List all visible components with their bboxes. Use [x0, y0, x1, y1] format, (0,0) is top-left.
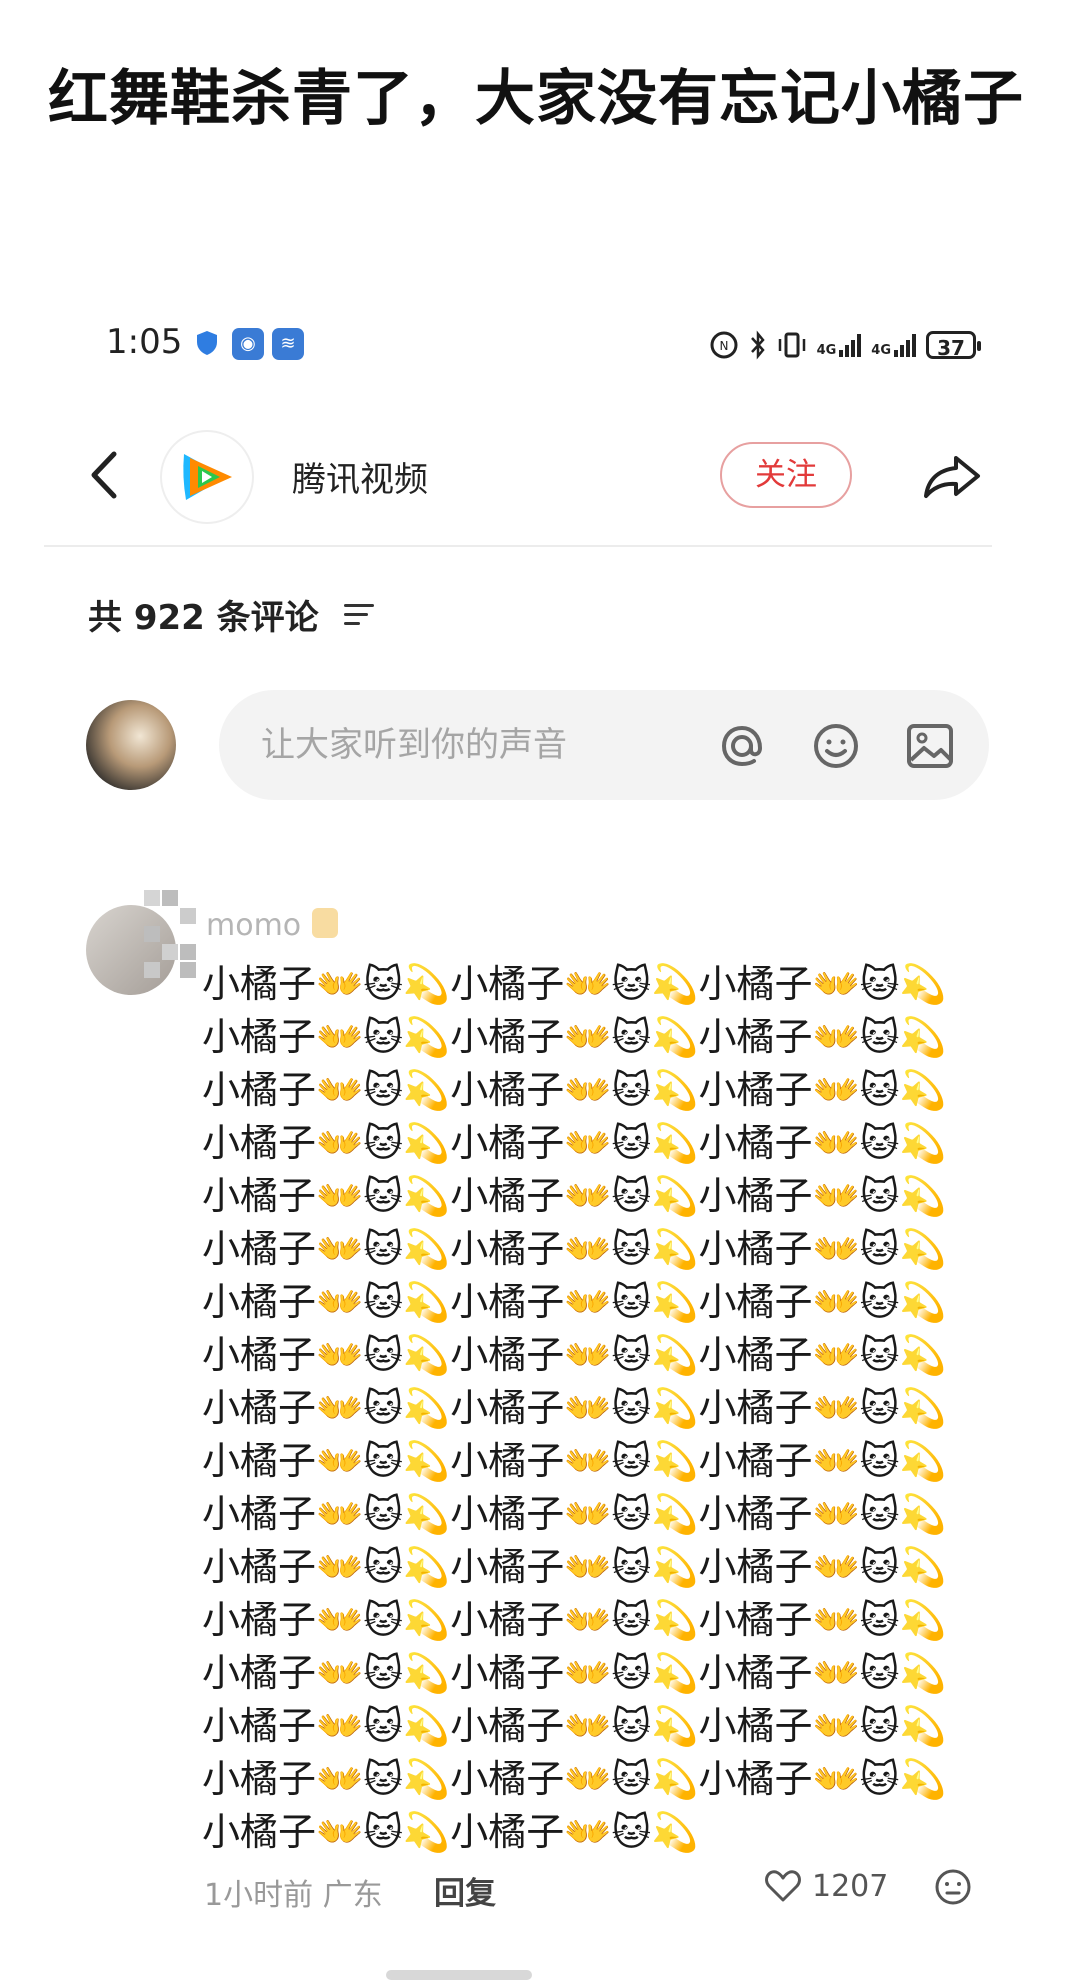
vibrate-icon [778, 332, 805, 358]
my-avatar[interactable] [86, 700, 176, 790]
commenter-username[interactable]: momo [206, 908, 301, 943]
wifi-app-icon: ≋ [272, 328, 304, 360]
status-icons: N 4G 4G 37 [709, 328, 981, 362]
comment-line: 小橘子👐🐱💫小橘子👐🐱💫小橘子👐🐱💫 [202, 1545, 947, 1589]
like-button[interactable]: 1207 [764, 1866, 888, 1906]
comment-line: 小橘子👐🐱💫小橘子👐🐱💫小橘子👐🐱💫 [202, 1280, 947, 1324]
signal-b-icon: 4G [871, 333, 916, 357]
comment-text: 小橘子👐🐱💫小橘子👐🐱💫小橘子👐🐱💫 小橘子👐🐱💫小橘子👐🐱💫小橘子👐🐱💫 小橘子👐… [202, 958, 1002, 1859]
comment-count: 共 922 条评论 [88, 598, 319, 638]
reply-button[interactable]: 回复 [434, 1868, 496, 1913]
comment-line: 小橘子👐🐱💫小橘子👐🐱💫小橘子👐🐱💫 [202, 1227, 947, 1271]
mosaic-blur [144, 890, 196, 980]
comment-line: 小橘子👐🐱💫小橘子👐🐱💫小橘子👐🐱💫 [202, 1068, 947, 1112]
comment-line: 小橘子👐🐱💫小橘子👐🐱💫小橘子👐🐱💫 [202, 1439, 947, 1483]
app-notification-icon: ◉ [232, 328, 264, 360]
username-emoji [312, 908, 338, 938]
face-icon[interactable] [934, 1868, 972, 1906]
comment-time-location: 1小时前 广东 [204, 1878, 383, 1913]
tencent-video-logo[interactable] [162, 432, 252, 522]
comment-line: 小橘子👐🐱💫小橘子👐🐱💫小橘子👐🐱💫 [202, 1015, 947, 1059]
svg-text:N: N [719, 339, 728, 353]
status-bar: 1:05 ◉ ≋ N 4G 4G 37 [44, 300, 1036, 390]
comment-line: 小橘子👐🐱💫小橘子👐🐱💫小橘子👐🐱💫 [202, 962, 947, 1006]
comment-line: 小橘子👐🐱💫小橘子👐🐱💫小橘子👐🐱💫 [202, 1492, 947, 1536]
comment-input[interactable] [219, 690, 989, 800]
comment-line: 小橘子👐🐱💫小橘子👐🐱💫 [202, 1810, 699, 1854]
bottom-handle [386, 1970, 532, 1980]
heart-icon [765, 1870, 801, 1902]
app-header: 腾讯视频 关注 [44, 420, 1036, 530]
like-count: 1207 [812, 1868, 889, 1904]
sort-icon[interactable] [344, 604, 374, 626]
comment-line: 小橘子👐🐱💫小橘子👐🐱💫小橘子👐🐱💫 [202, 1598, 947, 1642]
at-icon[interactable] [716, 720, 768, 772]
post-title: 红舞鞋杀青了，大家没有忘记小橘子 [48, 64, 1024, 134]
signal-a-icon: 4G [817, 333, 862, 357]
nfc-icon: N [710, 331, 738, 359]
bluetooth-icon [750, 330, 765, 360]
channel-name[interactable]: 腾讯视频 [292, 452, 428, 501]
battery-icon: 37 [926, 331, 981, 360]
emoji-icon[interactable] [810, 720, 862, 772]
comment-line: 小橘子👐🐱💫小橘子👐🐱💫小橘子👐🐱💫 [202, 1121, 947, 1165]
share-icon[interactable] [922, 450, 982, 500]
comment-line: 小橘子👐🐱💫小橘子👐🐱💫小橘子👐🐱💫 [202, 1333, 947, 1377]
comment-line: 小橘子👐🐱💫小橘子👐🐱💫小橘子👐🐱💫 [202, 1651, 947, 1695]
status-time: 1:05 [106, 322, 183, 362]
back-icon[interactable] [84, 450, 124, 500]
comment-line: 小橘子👐🐱💫小橘子👐🐱💫小橘子👐🐱💫 [202, 1386, 947, 1430]
embedded-screenshot: 1:05 ◉ ≋ N 4G 4G 37 腾讯视频 关注 共 922 条评论 让大… [44, 300, 1036, 1980]
comment-line: 小橘子👐🐱💫小橘子👐🐱💫小橘子👐🐱💫 [202, 1704, 947, 1748]
header-divider [44, 545, 992, 547]
image-icon[interactable] [904, 720, 956, 772]
follow-button[interactable]: 关注 [720, 442, 852, 508]
shield-icon [197, 331, 217, 355]
comment-line: 小橘子👐🐱💫小橘子👐🐱💫小橘子👐🐱💫 [202, 1174, 947, 1218]
comment-line: 小橘子👐🐱💫小橘子👐🐱💫小橘子👐🐱💫 [202, 1757, 947, 1801]
